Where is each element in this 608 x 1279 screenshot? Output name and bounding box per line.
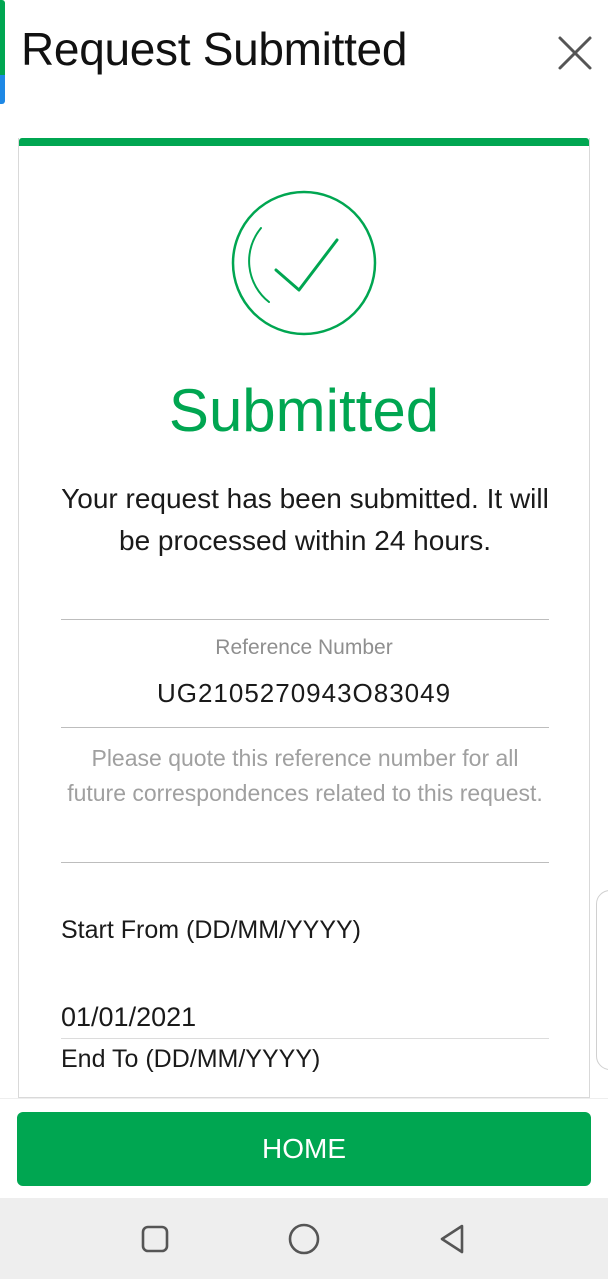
- reference-number: UG2105270943O83049: [156, 678, 452, 708]
- divider: [61, 862, 549, 863]
- recent-apps-button[interactable]: [134, 1218, 176, 1260]
- field-divider: [61, 1038, 549, 1039]
- reference-label: Reference Number: [215, 636, 393, 659]
- confirmation-card: Submitted Your request has been submitte…: [18, 138, 590, 1098]
- reference-note: Please quote this reference number for a…: [67, 745, 543, 806]
- divider: [61, 619, 549, 620]
- end-date-label: End To (DD/MM/YYYY): [61, 1045, 321, 1073]
- edge-handle[interactable]: [596, 890, 608, 1070]
- check-circle-icon: [231, 190, 377, 336]
- circle-icon: [288, 1223, 320, 1255]
- divider: [61, 727, 549, 728]
- system-nav-bar: [0, 1198, 608, 1279]
- home-button[interactable]: HOME: [17, 1112, 591, 1186]
- back-nav-button[interactable]: [432, 1218, 474, 1260]
- home-nav-button[interactable]: [283, 1218, 325, 1260]
- close-icon: [558, 36, 592, 70]
- card-accent-bar: [19, 138, 589, 146]
- start-date-label: Start From (DD/MM/YYYY): [61, 916, 362, 944]
- status-title: Submitted: [168, 377, 440, 444]
- close-button[interactable]: [552, 30, 598, 76]
- header: Request Submitted: [0, 0, 608, 104]
- page-title: Request Submitted: [21, 23, 408, 75]
- start-date-value: 01/01/2021: [61, 1002, 197, 1032]
- square-icon: [141, 1225, 169, 1253]
- confirmation-message: Your request has been submitted. It will…: [61, 483, 549, 556]
- triangle-back-icon: [440, 1224, 464, 1254]
